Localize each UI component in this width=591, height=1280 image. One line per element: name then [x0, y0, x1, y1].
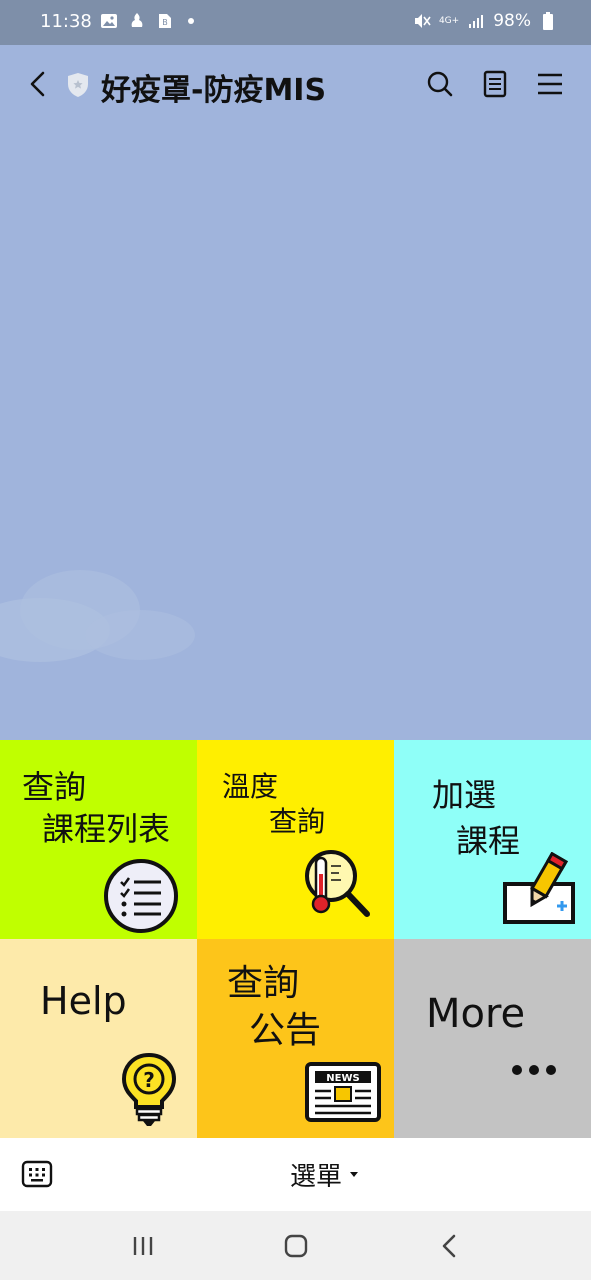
thermometer-search-icon	[305, 850, 370, 917]
system-nav-bar	[0, 1211, 591, 1280]
app-icon: B	[159, 14, 171, 28]
temperature-line1: 溫度	[222, 770, 279, 803]
cloud-background	[0, 570, 195, 662]
menu-toggle-label: 選單	[290, 1162, 343, 1192]
caret-down-icon	[350, 1172, 359, 1177]
course-list-tile[interactable]: 查詢 課程列表	[0, 740, 197, 939]
svg-text:?: ?	[143, 1068, 155, 1092]
home-icon[interactable]	[283, 1233, 309, 1259]
lightbulb-question-icon: ?	[121, 1052, 177, 1126]
status-left-icons: B	[100, 12, 194, 30]
rich-menu: 查詢 課程列表 溫度 查詢 加選 課程 Help ? 查詢 公告 NEWS Mo…	[0, 740, 591, 1138]
status-right-icons: 4G+ 98%	[413, 11, 557, 31]
status-time: 11:38	[40, 11, 92, 32]
news-badge-text: NEWS	[326, 1073, 359, 1084]
add-course-line1: 加選	[432, 776, 497, 814]
image-icon	[101, 14, 117, 28]
temperature-line2: 查詢	[269, 805, 326, 838]
signal-icon	[469, 15, 484, 28]
battery-icon	[543, 12, 553, 30]
battery-percent: 98%	[493, 11, 531, 31]
recent-apps-icon[interactable]	[130, 1233, 156, 1259]
svg-text:B: B	[162, 18, 168, 27]
help-label: Help	[40, 979, 127, 1023]
notes-icon[interactable]	[478, 67, 512, 101]
search-icon[interactable]	[423, 67, 457, 101]
chat-area[interactable]	[0, 125, 591, 740]
notification-icon	[131, 13, 143, 27]
pencil-add-icon	[503, 852, 575, 924]
back-nav-icon[interactable]	[437, 1233, 463, 1259]
ellipsis-icon	[512, 1065, 556, 1075]
course-list-line1: 查詢	[22, 768, 87, 806]
shield-icon	[68, 73, 88, 97]
keyboard-icon[interactable]	[21, 1159, 53, 1189]
more-tile[interactable]: More	[394, 939, 591, 1138]
help-tile[interactable]: Help ?	[0, 939, 197, 1138]
announcements-line2: 公告	[249, 1010, 322, 1051]
menu-icon[interactable]	[533, 67, 567, 101]
announcements-line1: 查詢	[227, 963, 300, 1004]
more-label: More	[426, 991, 526, 1037]
checklist-icon	[104, 859, 178, 933]
back-icon[interactable]	[22, 67, 56, 101]
announcements-tile[interactable]: 查詢 公告 NEWS	[197, 939, 394, 1138]
chat-bottom-bar: 選單	[0, 1138, 591, 1211]
news-icon: NEWS	[305, 1062, 381, 1122]
add-course-tile[interactable]: 加選 課程	[394, 740, 591, 939]
network-type: 4G+	[438, 15, 460, 26]
status-bar: 11:38 B 4G+ 98%	[0, 0, 591, 45]
chat-title: 好疫罩-防疫MIS	[101, 73, 327, 108]
more-notifications-dot	[188, 18, 194, 24]
temperature-tile[interactable]: 溫度 查詢	[197, 740, 394, 939]
chat-header: 好疫罩-防疫MIS	[0, 45, 591, 125]
course-list-line2: 課程列表	[42, 810, 171, 848]
menu-toggle-button[interactable]: 選單	[290, 1156, 359, 1193]
mute-icon	[414, 14, 431, 28]
